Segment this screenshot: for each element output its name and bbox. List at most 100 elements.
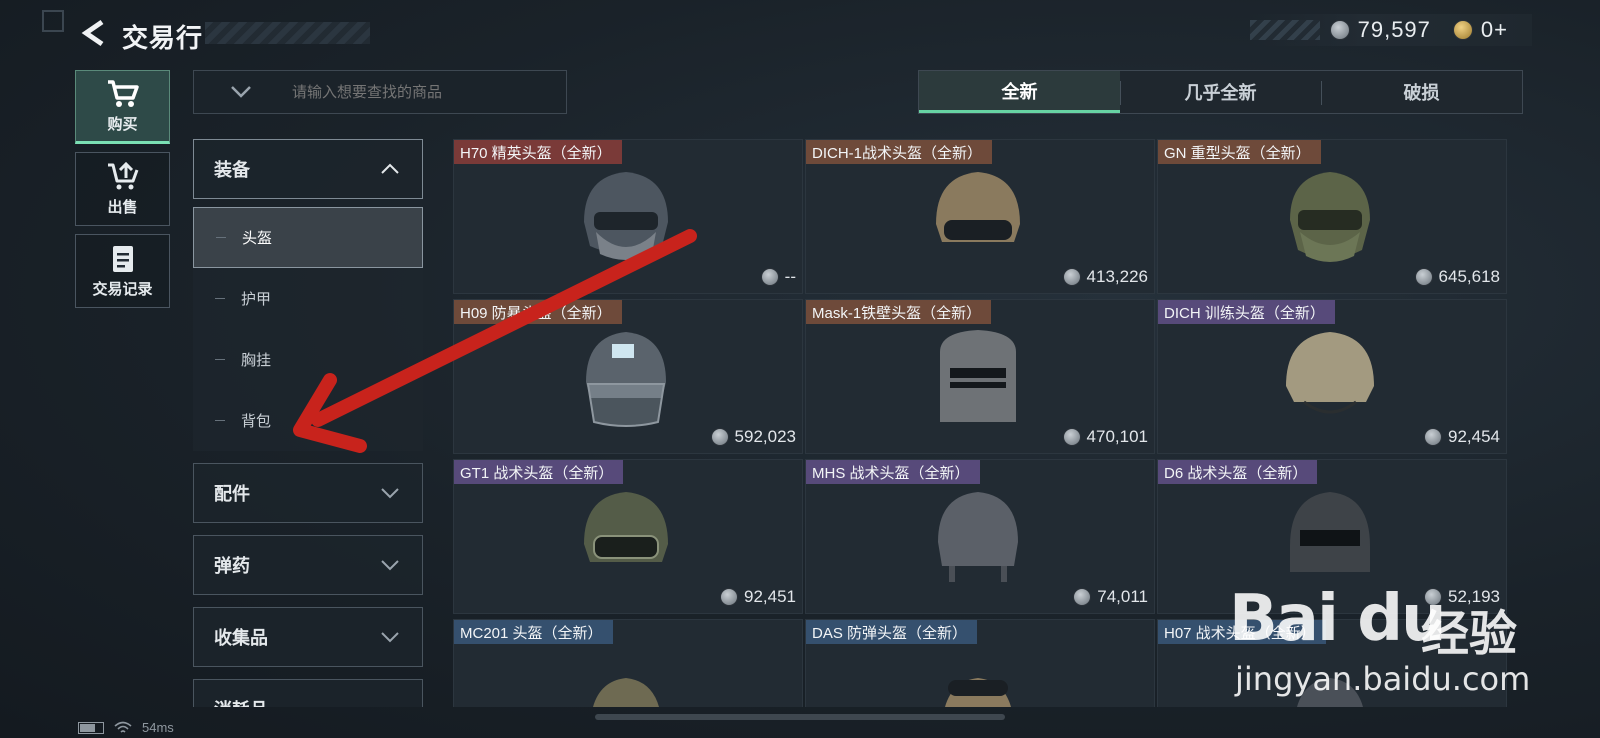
item-card[interactable]: DAS 防弹头盔（全新） xyxy=(805,619,1155,707)
item-price: 74,011 xyxy=(1073,587,1148,607)
category-consumables[interactable]: 消耗品 xyxy=(193,679,423,707)
item-card[interactable]: Mask-1铁壁头盔（全新） 470,101 xyxy=(805,299,1155,454)
item-name: H70 精英头盔（全新） xyxy=(454,140,622,164)
nav-buy-label: 购买 xyxy=(107,115,138,133)
subcategory-armor[interactable]: 护甲 xyxy=(193,268,423,329)
item-price: 470,101 xyxy=(1062,427,1148,447)
ping-value: 54ms xyxy=(142,720,174,735)
helmet-icon xyxy=(1290,172,1370,262)
currency-display: 79,597 0+ xyxy=(1249,14,1532,46)
watermark-brand: Bai du xyxy=(1229,582,1447,656)
helmet-icon xyxy=(936,172,1020,242)
category-ammo-label: 弹药 xyxy=(214,556,250,576)
silver-coin-icon xyxy=(760,268,779,286)
helmet-icon xyxy=(1286,332,1374,414)
dash-icon xyxy=(215,298,225,299)
chevron-down-icon xyxy=(381,632,399,643)
item-card[interactable]: H09 防暴头盔（全新） 592,023 xyxy=(453,299,803,454)
category-equipment-label: 装备 xyxy=(214,160,250,180)
title-decoration xyxy=(205,22,370,44)
item-price-value: 74,011 xyxy=(1097,587,1148,606)
item-name: GT1 战术头盔（全新） xyxy=(454,460,624,484)
subcategory-helmet-label: 头盔 xyxy=(242,230,273,247)
chevron-up-icon xyxy=(381,163,399,174)
item-price-value: 92,454 xyxy=(1448,427,1500,446)
helmet-icon xyxy=(940,330,1016,422)
category-equipment[interactable]: 装备 xyxy=(193,139,423,199)
subcategory-chest-rig[interactable]: 胸挂 xyxy=(193,329,423,390)
nav-records-button[interactable]: 交易记录 xyxy=(75,234,170,308)
nav-records-label: 交易记录 xyxy=(92,280,153,298)
helmet-icon xyxy=(586,332,666,427)
category-collectibles[interactable]: 收集品 xyxy=(193,607,423,667)
nav-sell-button[interactable]: 出售 xyxy=(75,152,170,226)
gold-balance[interactable]: 0+ xyxy=(1481,17,1508,43)
item-price: 92,454 xyxy=(1424,427,1500,447)
item-price-value: 470,101 xyxy=(1086,427,1148,446)
silver-balance: 79,597 xyxy=(1357,17,1431,42)
tab-damaged[interactable]: 破损 xyxy=(1321,71,1522,113)
item-price: 92,451 xyxy=(720,587,796,607)
category-ammo[interactable]: 弹药 xyxy=(193,535,423,595)
helmet-icon xyxy=(945,678,1011,707)
silver-coin-icon xyxy=(1329,20,1350,40)
item-price-value: 92,451 xyxy=(744,587,796,606)
dash-icon xyxy=(215,420,225,421)
silver-coin-icon xyxy=(1424,428,1442,446)
subcategory-helmet[interactable]: 头盔 xyxy=(193,207,423,268)
tab-brand-new[interactable]: 全新 xyxy=(919,71,1120,113)
gold-coin-icon xyxy=(1452,20,1473,40)
subcategory-backpack[interactable]: 背包 xyxy=(193,390,423,451)
chevron-down-icon xyxy=(381,560,399,571)
record-icon xyxy=(112,245,133,272)
item-name: GN 重型头盔（全新） xyxy=(1158,140,1321,164)
category-consumables-label: 消耗品 xyxy=(214,696,268,707)
item-price-value: 592,023 xyxy=(734,427,796,446)
wifi-icon xyxy=(114,721,132,733)
item-name: DICH-1战术头盔（全新） xyxy=(806,140,993,164)
item-name: D6 战术头盔（全新） xyxy=(1158,460,1318,484)
silver-coin-icon xyxy=(1414,268,1433,286)
nav-buy-button[interactable]: 购买 xyxy=(75,70,170,144)
item-price: 592,023 xyxy=(710,427,796,447)
chevron-down-icon[interactable] xyxy=(230,85,252,99)
condition-tabs: 全新 几乎全新 破损 xyxy=(918,70,1523,114)
item-card[interactable]: MC201 头盔（全新） xyxy=(453,619,803,707)
currency-decoration xyxy=(1249,20,1320,40)
helmet-icon xyxy=(584,172,668,260)
item-card[interactable]: GT1 战术头盔（全新） 92,451 xyxy=(453,459,803,614)
subcategory-chest-rig-label: 胸挂 xyxy=(241,352,272,369)
silver-coin-icon xyxy=(710,428,729,446)
category-attachments[interactable]: 配件 xyxy=(193,463,423,523)
equipment-subcategories: 头盔 护甲 胸挂 背包 xyxy=(193,207,423,451)
corner-frame xyxy=(42,10,64,32)
search-input[interactable] xyxy=(292,83,552,101)
item-card[interactable]: MHS 战术头盔（全新） 74,011 xyxy=(805,459,1155,614)
category-attachments-label: 配件 xyxy=(214,484,250,504)
watermark-suffix: 经验 xyxy=(1421,608,1518,661)
subcategory-armor-label: 护甲 xyxy=(241,291,272,308)
dash-icon xyxy=(216,237,226,238)
category-panel: 装备 头盔 护甲 胸挂 背包 配件 弹药 收集品 消耗品 xyxy=(193,139,423,707)
item-card[interactable]: DICH 训练头盔（全新） 92,454 xyxy=(1157,299,1507,454)
item-name: DAS 防弹头盔（全新） xyxy=(806,620,978,644)
silver-coin-icon xyxy=(1062,268,1081,286)
category-collectibles-label: 收集品 xyxy=(214,628,268,648)
side-nav: 购买 出售 交易记录 xyxy=(75,70,170,316)
helmet-icon xyxy=(938,492,1018,582)
item-card[interactable]: GN 重型头盔（全新） 645,618 xyxy=(1157,139,1507,294)
subcategory-backpack-label: 背包 xyxy=(241,413,272,430)
tab-almost-new[interactable]: 几乎全新 xyxy=(1120,71,1321,113)
back-button[interactable] xyxy=(78,18,108,48)
chevron-down-icon xyxy=(381,488,399,499)
silver-coin-icon xyxy=(1062,428,1081,446)
back-arrow-icon xyxy=(81,19,104,47)
item-card[interactable]: DICH-1战术头盔（全新） 413,226 xyxy=(805,139,1155,294)
silver-coin-icon xyxy=(1073,588,1092,606)
helmet-icon xyxy=(584,492,668,562)
item-price-value: 413,226 xyxy=(1086,267,1148,286)
battery-icon xyxy=(78,721,104,734)
search-bar[interactable] xyxy=(193,70,567,114)
item-name: DICH 训练头盔（全新） xyxy=(1158,300,1335,324)
item-card[interactable]: H70 精英头盔（全新） -- xyxy=(453,139,803,294)
